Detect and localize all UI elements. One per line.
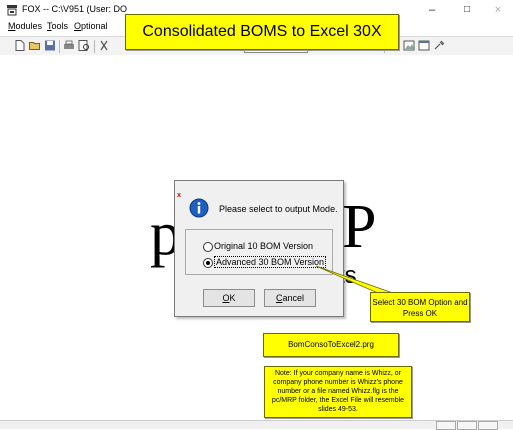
banner-callout: Consolidated BOMS to Excel 30X xyxy=(125,14,399,50)
status-panel xyxy=(478,421,498,430)
status-panel xyxy=(457,421,477,430)
program-file-callout: BomConsoToExcel2.prg xyxy=(263,333,399,357)
banner-text: Consolidated BOMS to Excel 30X xyxy=(142,23,382,40)
callout-arrow xyxy=(315,265,392,295)
status-panel xyxy=(436,421,456,430)
select-option-callout: Select 30 BOM Option and Press OK xyxy=(370,292,470,322)
note-callout: Note: If your company name is Whizz, or … xyxy=(264,366,412,418)
